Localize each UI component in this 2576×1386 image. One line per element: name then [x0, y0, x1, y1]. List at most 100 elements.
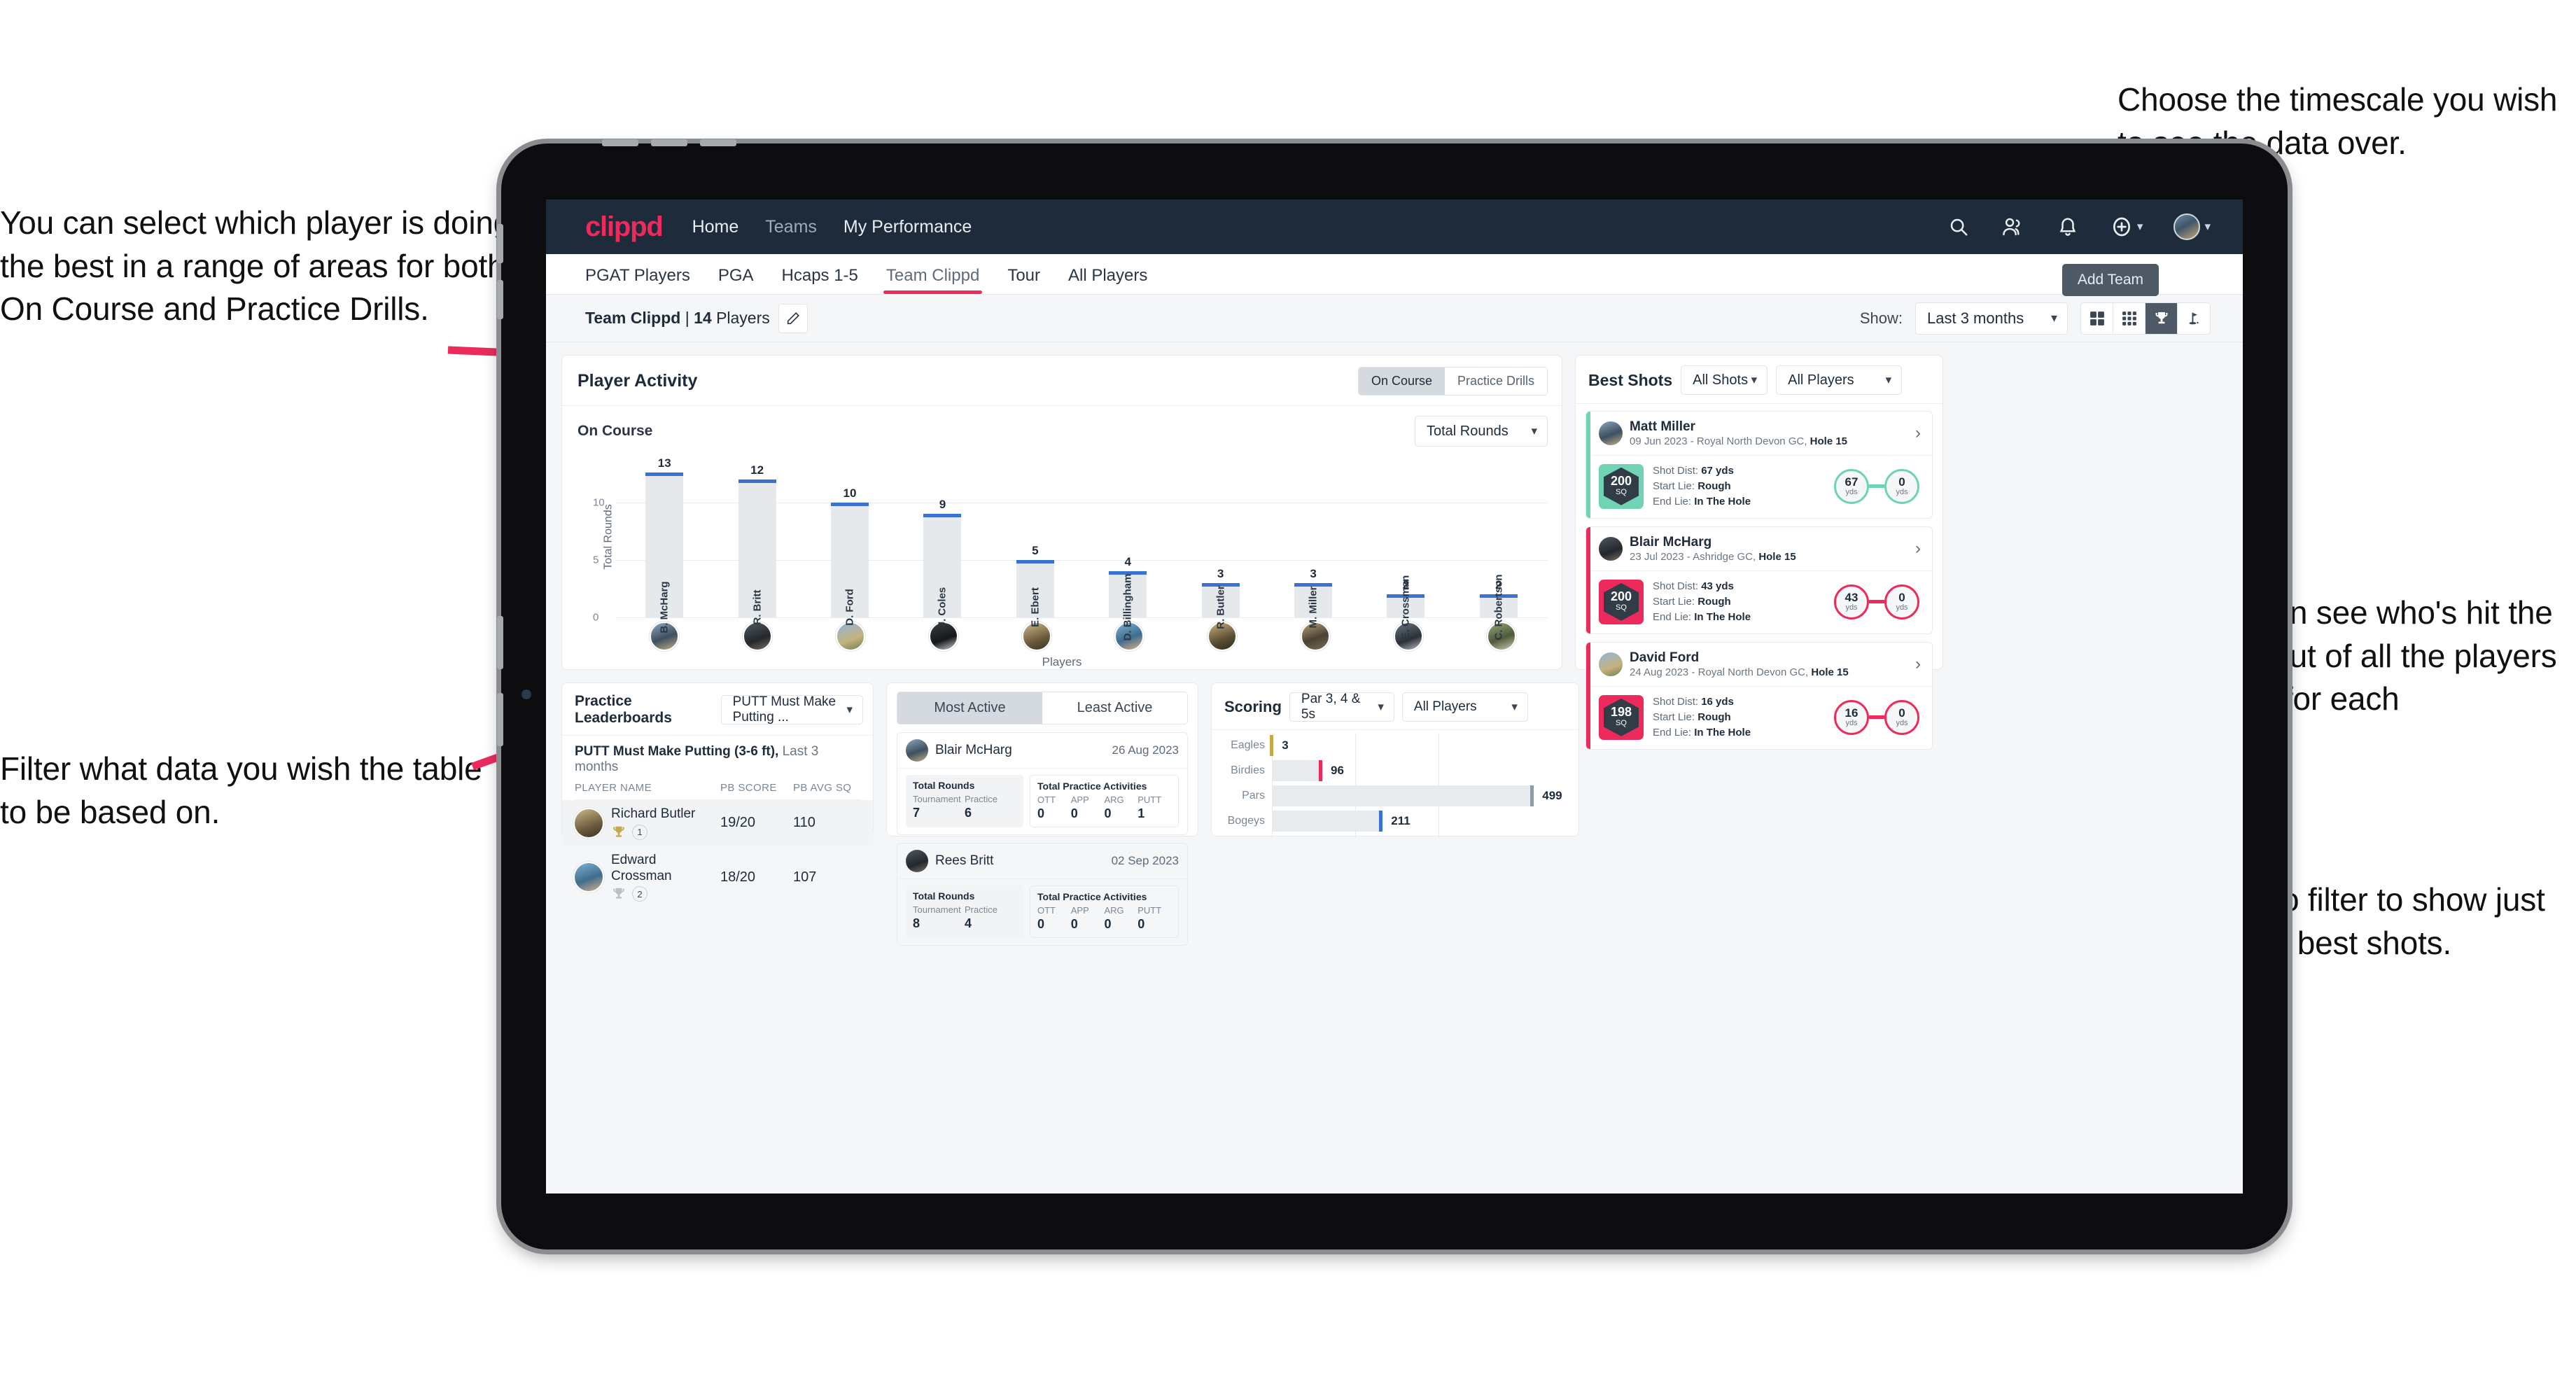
shot-distance-visual: 67 yds 0 yds — [1834, 468, 1924, 504]
tab-tour[interactable]: Tour — [1007, 266, 1040, 294]
grid-3x3-icon[interactable] — [2113, 302, 2146, 334]
best-shot-card[interactable]: Matt Miller 09 Jun 2023 - Royal North Dev… — [1586, 411, 1933, 519]
nav-teams[interactable]: Teams — [765, 217, 817, 237]
chart-bar-label: E. Ebert — [1029, 587, 1042, 627]
shot-end-unit: yds — [1896, 719, 1908, 728]
tab-pga[interactable]: PGA — [718, 266, 754, 294]
best-shot-meta: 09 Jun 2023 - Royal North Devon GC, Hole… — [1630, 435, 1848, 447]
scoring-bar-group[interactable]: Birdies 96 — [1220, 758, 1566, 783]
segment-practice-drills[interactable]: Practice Drills — [1444, 368, 1547, 395]
shot-end-unit: yds — [1896, 488, 1908, 497]
primary-nav: Home Teams My Performance — [692, 217, 972, 237]
pencil-icon[interactable] — [778, 303, 808, 333]
chart-bar-group[interactable]: 3 M. Miller — [1267, 456, 1359, 629]
quality-badge-unit: SQ — [1616, 719, 1627, 728]
avatar[interactable] — [804, 622, 897, 651]
chart-bar-label: B. McHarg — [658, 581, 671, 634]
player-activity-chart: Total Rounds 10 5 0 13 B. McHarg 12 R. Britt 10… — [578, 456, 1548, 640]
tab-least-active[interactable]: Least Active — [1042, 692, 1187, 724]
scoring-bar-group[interactable]: Bogeys 211 — [1220, 808, 1566, 834]
shot-end-value: 0 — [1898, 706, 1905, 720]
chart-bar-group[interactable]: 2 C. Robertson — [1452, 456, 1545, 640]
val-app: 0 — [1070, 806, 1078, 820]
tablet-button-top-1 — [602, 139, 638, 146]
list-item[interactable]: Blair McHarg 26 Aug 2023 Total Rounds Tourn… — [897, 732, 1188, 835]
list-item[interactable]: Rees Britt 02 Sep 2023 Total Rounds Tournam… — [897, 843, 1188, 946]
shot-dist-value: 67 yds — [1701, 464, 1734, 477]
chart-bar-group[interactable]: 9 J. Coles — [896, 456, 988, 627]
best-shot-player-name: Matt Miller — [1630, 419, 1695, 434]
chart-bar-group[interactable]: 3 R. Butler — [1174, 456, 1266, 629]
scoring-bar-group[interactable]: Eagles 3 — [1220, 733, 1566, 758]
clippd-logo[interactable]: clippd — [585, 211, 664, 243]
chart-bar-group[interactable]: 2 E. Crossman — [1359, 456, 1452, 639]
start-lie-value: Rough — [1698, 595, 1731, 608]
chevron-right-icon[interactable]: › — [1915, 424, 1924, 443]
chart-subtitle: On Course — [578, 423, 653, 439]
shot-dist-label: Shot Dist: — [1653, 695, 1699, 708]
quality-badge: 200 SQ — [1599, 463, 1644, 509]
table-row[interactable]: Richard Butler 1 19/20 110 — [562, 800, 873, 846]
tab-most-active[interactable]: Most Active — [897, 692, 1042, 724]
leaderboard-pb-score: 18/20 — [720, 869, 756, 885]
scoring-player-select[interactable]: All Players ▾ — [1401, 692, 1528, 722]
chart-bar-group[interactable]: 10 D. Ford — [804, 456, 896, 626]
team-toolbar: Team Clippd | 14 Players Show: Last 3 mo… — [546, 295, 2243, 342]
chart-bar-value: 12 — [750, 463, 764, 477]
chevron-right-icon[interactable]: › — [1915, 654, 1924, 674]
best-shot-card[interactable]: David Ford 24 Aug 2023 - Royal North Devo… — [1586, 642, 1933, 750]
chart-bar-value: 5 — [1032, 543, 1039, 557]
best-shot-hole: Hole 15 — [1811, 666, 1849, 678]
timescale-select[interactable]: Last 3 months ▾ — [1915, 302, 2068, 335]
shot-start-distance: 43 yds — [1834, 584, 1869, 620]
avatar[interactable]: ▾ — [2174, 214, 2211, 240]
scoring-par-select[interactable]: Par 3, 4 & 5s ▾ — [1289, 692, 1394, 722]
avatar[interactable] — [711, 622, 804, 651]
best-shots-type-select[interactable]: All Shots ▾ — [1681, 365, 1768, 395]
tab-pgat-players[interactable]: PGAT Players — [585, 266, 690, 294]
val-arg: 0 — [1104, 806, 1112, 820]
shot-distance-visual: 16 yds 0 yds — [1834, 699, 1924, 735]
nav-my-performance[interactable]: My Performance — [844, 217, 972, 237]
chart-bar-group[interactable]: 12 R. Britt — [710, 456, 803, 625]
best-shot-card[interactable]: Blair McHarg 23 Jul 2023 - Ashridge GC, H… — [1586, 526, 1933, 635]
shot-start-value: 43 — [1844, 591, 1858, 605]
chart-y-tick: 0 — [593, 611, 599, 624]
chart-bar-group[interactable]: 13 B. McHarg — [618, 456, 710, 634]
grid-2x2-icon[interactable] — [2081, 302, 2113, 334]
segment-on-course[interactable]: On Course — [1358, 368, 1445, 395]
chart-bar: D. Ford — [831, 502, 869, 626]
search-icon[interactable] — [1947, 215, 1970, 239]
bell-icon[interactable] — [2056, 215, 2080, 239]
tab-hcaps-1-5[interactable]: Hcaps 1-5 — [782, 266, 858, 294]
avatar — [906, 739, 928, 762]
chevron-right-icon[interactable]: › — [1915, 539, 1924, 559]
people-icon[interactable] — [2001, 215, 2025, 239]
trophy-icon[interactable] — [2146, 302, 2178, 334]
team-activity-card: Most Active Least Active Blair McHarg 26 … — [886, 682, 1198, 946]
chart-bar-label: E. Crossman — [1399, 575, 1412, 640]
scoring-bar-cap — [1319, 760, 1322, 781]
golf-flag-icon[interactable] — [2178, 303, 2210, 334]
scoring-bar-cap — [1379, 811, 1383, 832]
tab-all-players[interactable]: All Players — [1068, 266, 1147, 294]
metric-select[interactable]: Total Rounds ▾ — [1415, 416, 1548, 447]
shot-end-distance: 0 yds — [1884, 699, 1919, 735]
chart-bar-group[interactable]: 4 D. Billingham — [1082, 456, 1174, 640]
scoring-bar-group[interactable]: Pars 499 — [1220, 783, 1566, 808]
nav-home[interactable]: Home — [692, 217, 739, 237]
total-rounds-box: Total Rounds Tournament 7 Practice 6 — [906, 775, 1023, 827]
col-practice: Practice — [965, 794, 997, 804]
chevron-down-icon: ▾ — [1378, 700, 1384, 713]
best-shots-header: Best Shots All Shots ▾ All Players ▾ — [1576, 356, 1942, 404]
best-shots-player-select[interactable]: All Players ▾ — [1776, 365, 1903, 395]
best-shot-meta: 24 Aug 2023 - Royal North Devon GC, Hole… — [1630, 666, 1849, 678]
plus-circle-icon[interactable]: ▾ — [2110, 215, 2143, 239]
table-row[interactable]: Edward Crossman 2 18/20 107 — [575, 846, 860, 909]
practice-drill-select[interactable]: PUTT Must Make Putting ... ▾ — [720, 694, 863, 724]
leaderboard-player-name: Edward Crossman — [611, 852, 672, 883]
chart-bar-group[interactable]: 5 E. Ebert — [989, 456, 1082, 627]
tab-team-clippd[interactable]: Team Clippd — [883, 266, 983, 294]
practice-activities-box: Total Practice Activities OTT 0 APP 0 ARG 0 PUT… — [1030, 775, 1179, 827]
team-players-word: Players — [716, 309, 770, 327]
